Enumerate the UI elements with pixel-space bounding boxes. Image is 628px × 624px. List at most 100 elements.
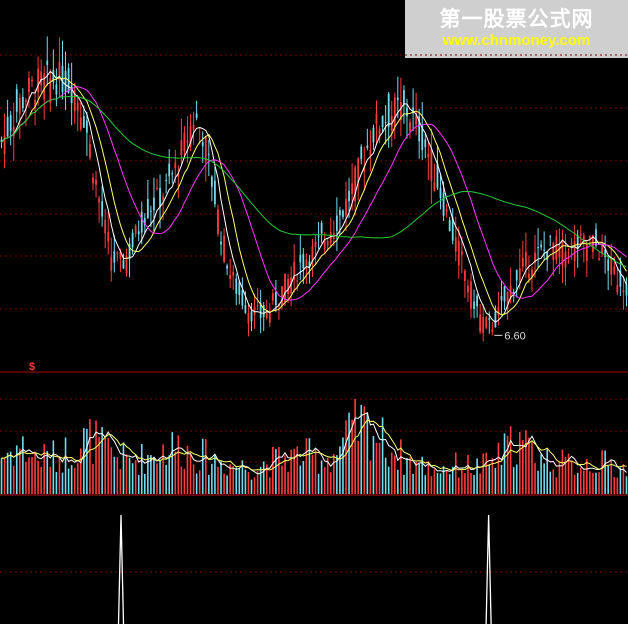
candle-body (250, 310, 253, 322)
candle-body (372, 127, 375, 143)
candle-body (171, 173, 174, 175)
candle-body (271, 293, 274, 301)
candle-body (104, 219, 107, 234)
candle-body (601, 244, 603, 253)
stock-chart: 6.60 $ (0, 36, 628, 624)
candle-body (9, 115, 12, 132)
candle-body (549, 236, 552, 238)
candle-body (284, 273, 286, 302)
candle-body (326, 241, 329, 246)
candle-body (317, 236, 320, 238)
candle-body (165, 179, 168, 181)
chart-grid (0, 54, 628, 573)
candle-body (573, 241, 576, 262)
candle-body (409, 122, 411, 132)
candle-body (235, 278, 238, 294)
candle-body (406, 107, 408, 117)
candle-body (403, 90, 405, 105)
candle-body (616, 285, 619, 293)
candle-body (622, 290, 625, 293)
candle-body (25, 99, 27, 102)
candle-body (515, 269, 518, 281)
candle-body (384, 121, 387, 123)
price-candles (0, 36, 628, 342)
candle-body (442, 192, 445, 216)
candle-body (433, 182, 436, 192)
candle-body (229, 274, 232, 280)
candle-body (31, 79, 33, 82)
candle-body (521, 257, 524, 267)
candle-body (134, 225, 137, 234)
candle-body (168, 163, 171, 177)
candle-body (543, 249, 546, 251)
chart-annotations: 6.60 $ (29, 330, 526, 373)
candle-body (95, 179, 97, 185)
candle-body (287, 278, 289, 295)
candle-body (281, 286, 283, 307)
candle-body (244, 305, 247, 313)
candle-body (137, 231, 140, 235)
candle-body (476, 295, 478, 307)
candle-body (518, 268, 521, 283)
candle-body (210, 176, 213, 187)
candle-body (274, 291, 277, 306)
candle-body (226, 265, 229, 269)
volume-bars (0, 399, 628, 494)
candle-body (457, 241, 460, 266)
candle-body (555, 236, 558, 261)
candle-body (247, 312, 250, 324)
candle-body (174, 162, 177, 169)
candle-body (500, 295, 503, 301)
candle-body (107, 232, 110, 242)
candle-body (296, 280, 299, 282)
candle-body (223, 235, 225, 262)
candle-body (335, 215, 338, 231)
candle-body (220, 241, 222, 245)
candle-body (503, 286, 506, 302)
candle-body (46, 60, 49, 65)
candle-body (40, 71, 43, 86)
candle-body (268, 312, 271, 323)
candle-body (314, 241, 317, 248)
candle-body (387, 94, 390, 127)
candle-body (427, 153, 430, 158)
candle-body (180, 140, 183, 156)
candle-body (552, 242, 555, 260)
candle-body (607, 259, 610, 271)
candle-body (153, 197, 155, 211)
candle-body (369, 149, 372, 156)
candle-body (302, 253, 305, 269)
candle-body (192, 124, 195, 131)
candle-body (491, 329, 494, 333)
candle-body (598, 258, 600, 260)
candle-body (299, 254, 302, 263)
candle-body (454, 237, 457, 252)
candle-body (396, 97, 399, 100)
candle-body (125, 256, 128, 274)
candle-body (445, 209, 448, 213)
candle-body (232, 272, 235, 276)
candle-body (467, 285, 469, 293)
candle-body (625, 284, 628, 296)
candle-body (37, 68, 40, 93)
candle-body (131, 232, 134, 248)
candle-body (122, 260, 125, 269)
candle-body (512, 291, 515, 293)
candle-body (558, 245, 561, 258)
candle-body (342, 210, 344, 217)
candle-body (201, 142, 204, 147)
candle-body (320, 222, 323, 234)
candle-body (470, 281, 472, 309)
candle-body (360, 146, 363, 160)
ma-line-ma_mid (1, 76, 627, 316)
candle-body (610, 257, 613, 275)
candle-body (6, 116, 9, 136)
candle-body (217, 209, 219, 235)
candle-body (18, 97, 21, 114)
candle-body (579, 233, 582, 236)
candle-body (570, 242, 573, 244)
candle-body (92, 177, 94, 184)
candle-body (595, 229, 597, 246)
candle-body (82, 116, 85, 128)
candle-body (488, 318, 491, 320)
